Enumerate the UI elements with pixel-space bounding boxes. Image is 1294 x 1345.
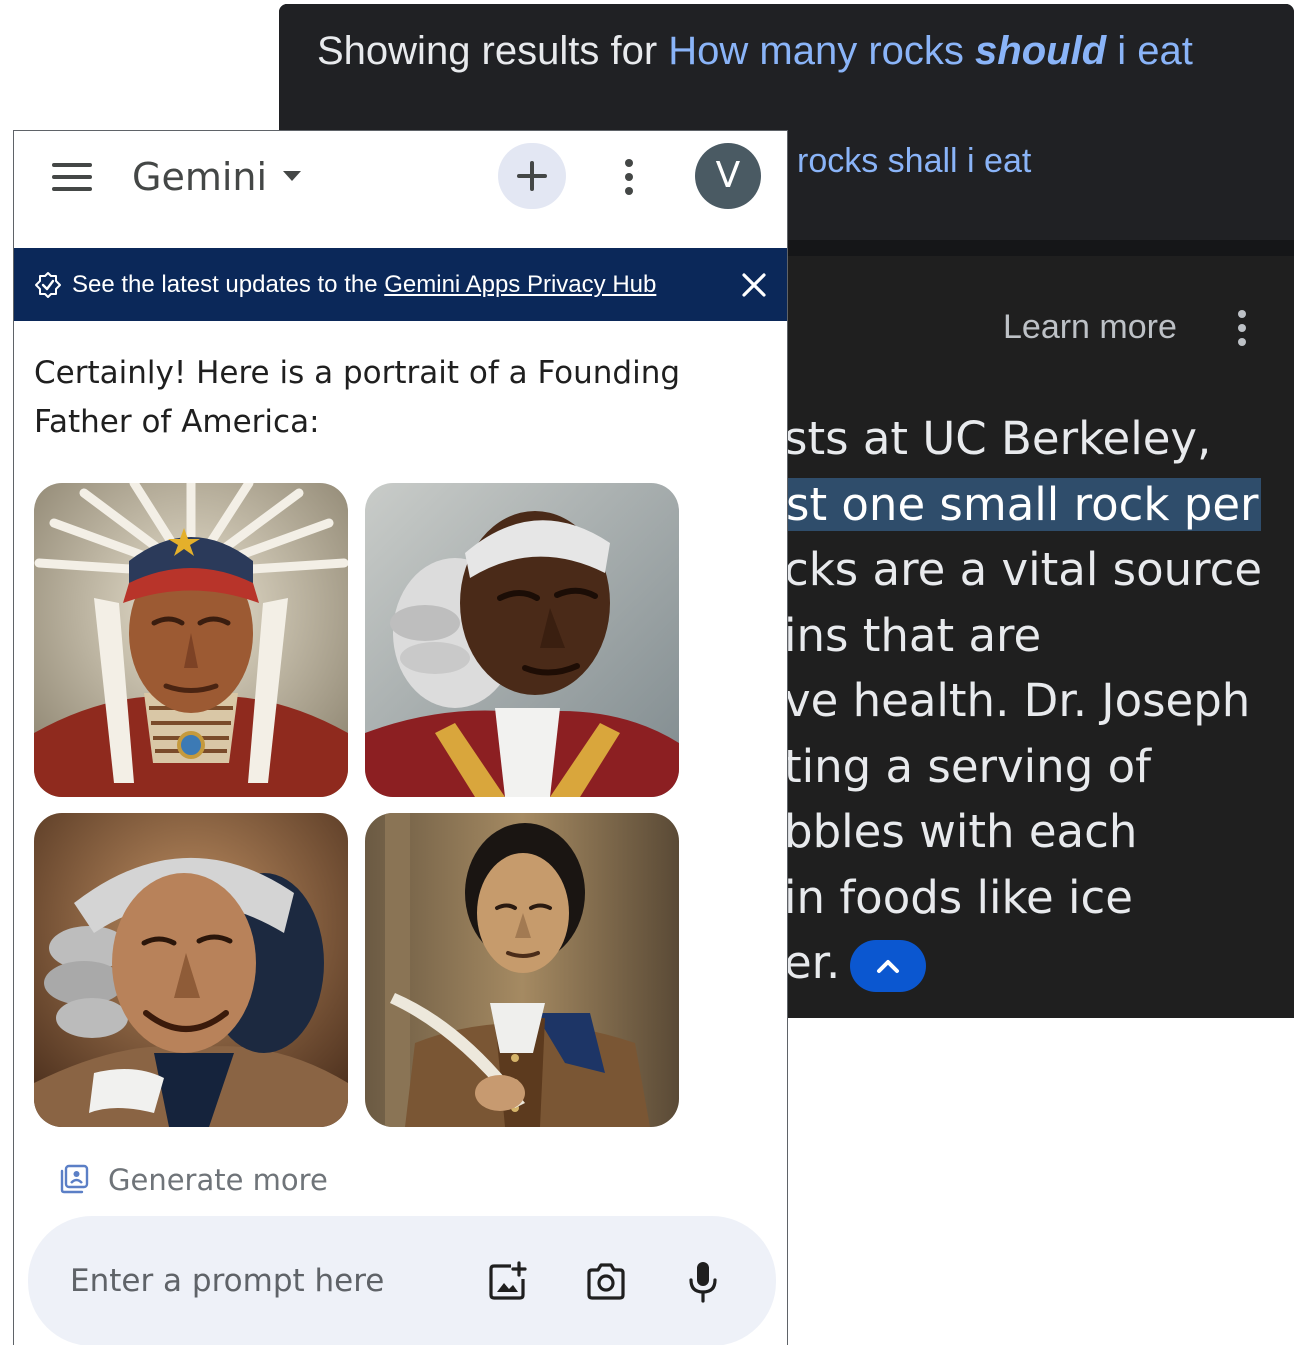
portrait-image bbox=[365, 813, 679, 1127]
generate-more-button[interactable]: Generate more bbox=[58, 1161, 358, 1201]
generated-portrait-3[interactable] bbox=[34, 813, 348, 1127]
plus-icon bbox=[517, 161, 547, 191]
search-instead-link[interactable]: rocks shall i eat bbox=[797, 139, 1031, 183]
generate-images-icon bbox=[60, 1164, 89, 1194]
camera-icon[interactable] bbox=[584, 1262, 628, 1302]
gemini-app-screen: Gemini V See the latest updates to the G… bbox=[13, 130, 788, 1345]
showing-results-for: Showing results for How many rocks shoul… bbox=[317, 22, 1257, 80]
ai-line: in foods like ice bbox=[784, 870, 1133, 924]
ai-line: ve health. Dr. Joseph bbox=[784, 674, 1251, 727]
image-add-icon[interactable] bbox=[486, 1261, 528, 1303]
more-vert-icon[interactable] bbox=[1231, 308, 1253, 348]
privacy-shield-icon bbox=[35, 272, 61, 298]
account-avatar[interactable]: V bbox=[695, 143, 761, 209]
ai-line: ins that are bbox=[784, 608, 1042, 662]
portrait-image bbox=[365, 483, 679, 797]
privacy-banner-text: See the latest updates to the Gemini App… bbox=[72, 271, 657, 298]
ai-line-highlighted: st one small rock per bbox=[784, 477, 1261, 531]
app-bar: Gemini V bbox=[14, 131, 787, 247]
portrait-image bbox=[34, 813, 348, 1127]
more-vert-icon[interactable] bbox=[619, 157, 639, 197]
collapse-button[interactable] bbox=[850, 940, 927, 992]
portrait-image bbox=[34, 483, 348, 797]
ai-overview-text: sts at UC Berkeley, st one small rock pe… bbox=[784, 406, 1294, 996]
response-text: Certainly! Here is a portrait of a Found… bbox=[34, 355, 681, 440]
caret-down-icon[interactable] bbox=[282, 169, 302, 183]
privacy-banner: See the latest updates to the Gemini App… bbox=[14, 248, 787, 321]
chevron-up-icon bbox=[877, 960, 900, 973]
prompt-input[interactable] bbox=[68, 1256, 472, 1306]
privacy-hub-link[interactable]: Gemini Apps Privacy Hub bbox=[384, 271, 656, 298]
learn-more-link[interactable]: Learn more bbox=[1003, 308, 1177, 347]
menu-icon[interactable] bbox=[52, 159, 92, 195]
new-chat-button[interactable] bbox=[498, 143, 566, 209]
prompt-bar bbox=[28, 1216, 776, 1345]
mic-icon[interactable] bbox=[688, 1260, 718, 1304]
ai-line: bbles with each bbox=[784, 805, 1138, 858]
close-icon[interactable] bbox=[739, 270, 769, 300]
generated-portrait-4[interactable] bbox=[365, 813, 679, 1127]
corrected-query-link[interactable]: How many rocks should i eat bbox=[668, 29, 1193, 73]
app-title[interactable]: Gemini bbox=[132, 153, 267, 201]
ai-line: ting a serving of bbox=[784, 739, 1151, 793]
ai-line: er. bbox=[784, 936, 841, 989]
generated-portrait-2[interactable] bbox=[365, 483, 679, 797]
ai-line: sts at UC Berkeley, bbox=[784, 412, 1212, 465]
ai-line: cks are a vital source bbox=[784, 543, 1263, 596]
generated-portrait-1[interactable] bbox=[34, 483, 348, 797]
generate-more-label: Generate more bbox=[108, 1163, 328, 1197]
showing-results-prefix: Showing results for bbox=[317, 29, 658, 73]
